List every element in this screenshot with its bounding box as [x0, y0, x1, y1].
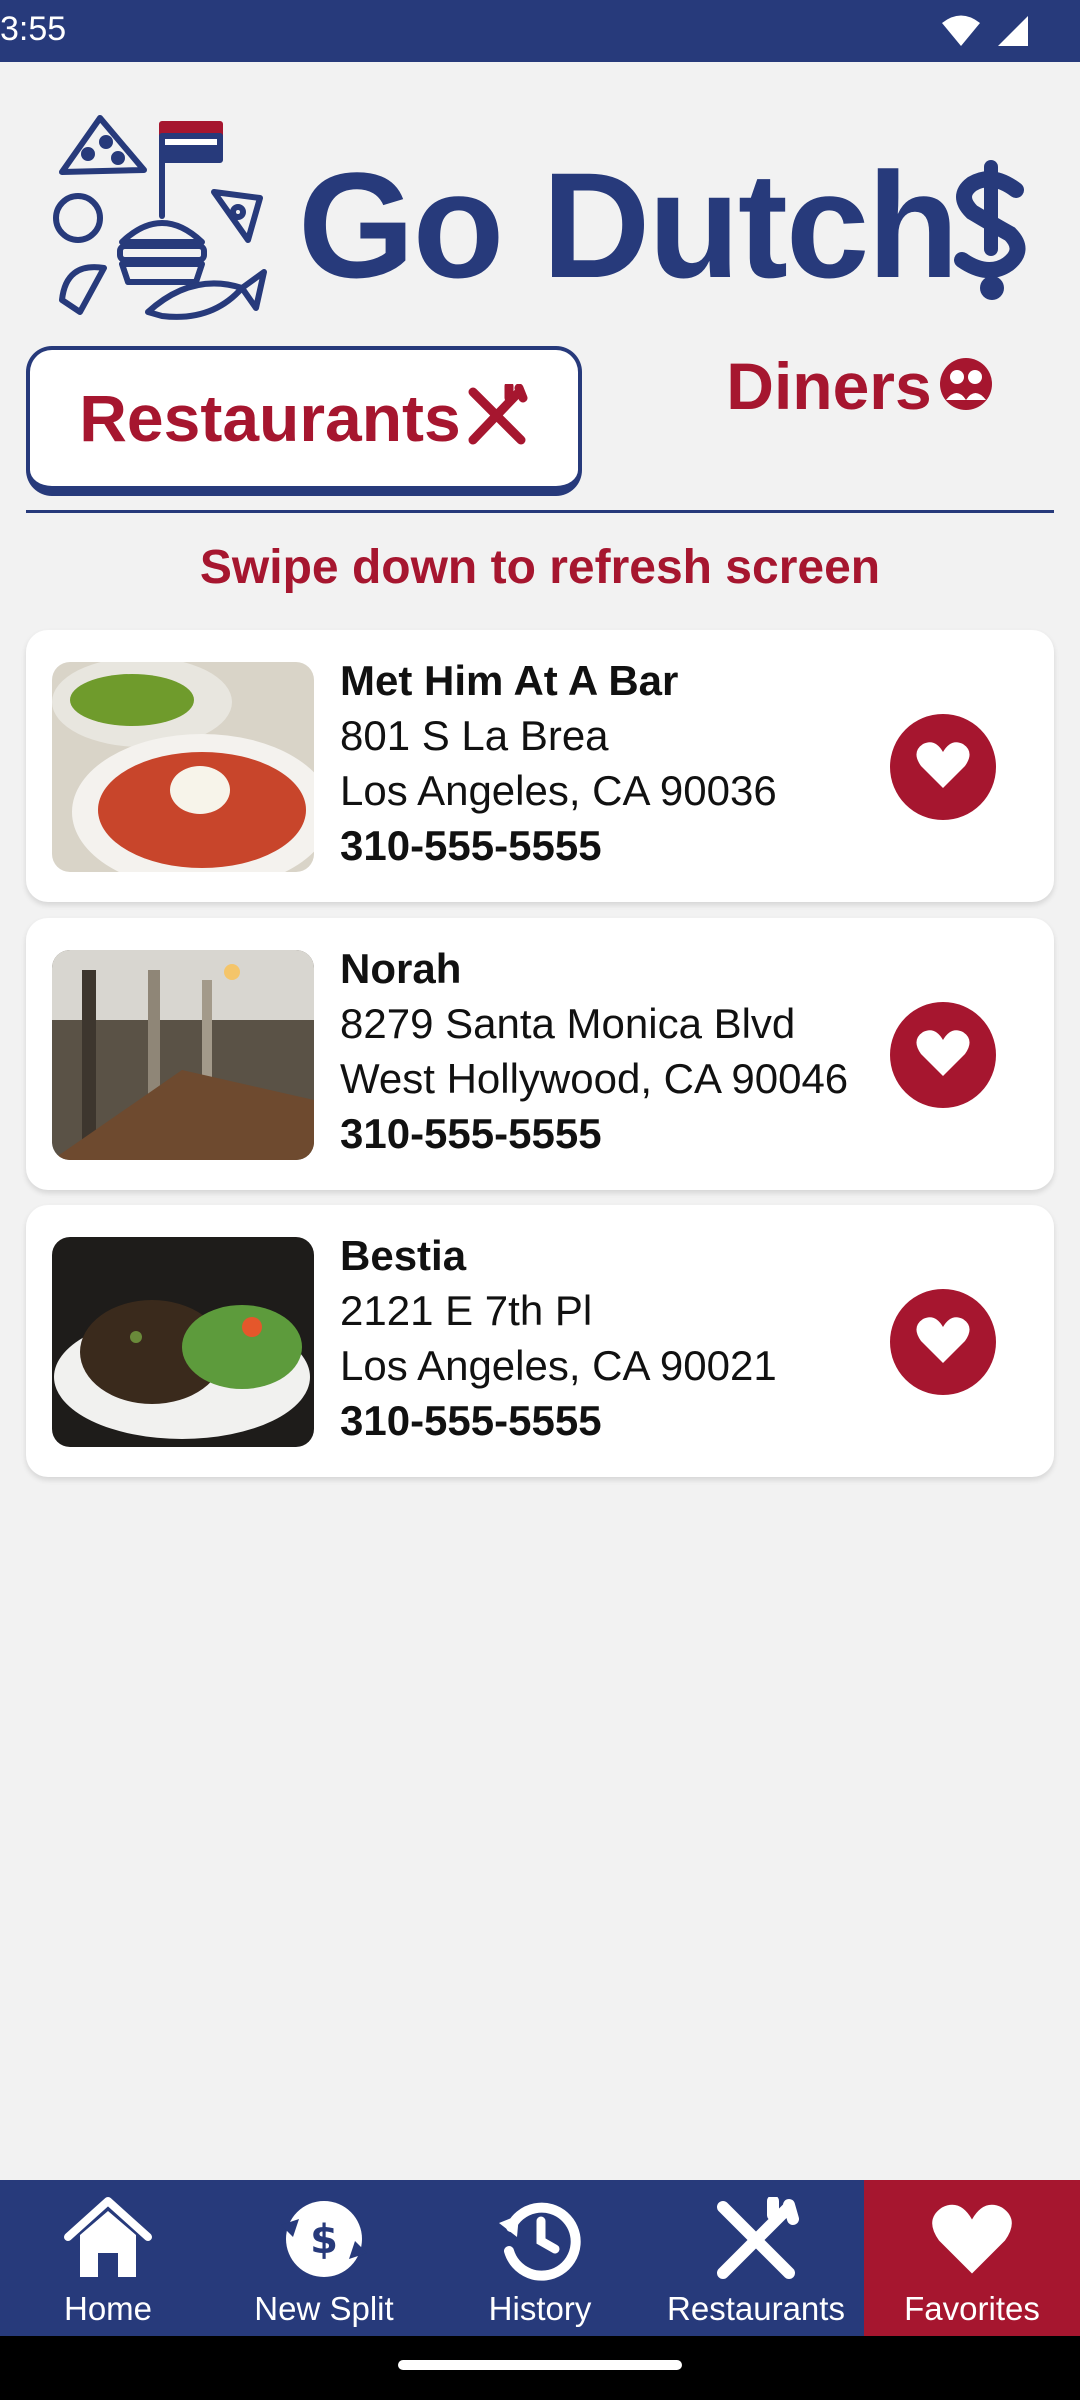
- restaurant-address-line2: West Hollywood, CA 90046: [340, 1055, 849, 1102]
- nav-home-label: Home: [63, 2290, 153, 2327]
- tab-diners[interactable]: Diners: [700, 346, 1020, 426]
- nav-restaurants[interactable]: Restaurants: [648, 2180, 864, 2336]
- restaurant-address-line1: 8279 Santa Monica Blvd: [340, 1000, 796, 1047]
- refresh-hint: Swipe down to refresh screen: [199, 541, 881, 594]
- restaurant-phone[interactable]: 310-555-5555: [340, 1106, 900, 1161]
- nav-home[interactable]: Home: [0, 2180, 216, 2336]
- restaurant-name: Bestia: [340, 1232, 467, 1279]
- favorite-button[interactable]: [890, 1002, 996, 1108]
- fork-knife-icon: [465, 381, 529, 453]
- dollar-sign-icon: [952, 160, 1032, 305]
- restaurant-photo: [52, 662, 314, 872]
- heart-icon: [915, 1028, 971, 1083]
- restaurant-info: Norah 8279 Santa Monica Blvd West Hollyw…: [340, 942, 900, 1161]
- status-time: 3:55: [0, 10, 67, 48]
- restaurant-name: Met Him At A Bar: [340, 657, 679, 704]
- home-icon: [64, 2194, 152, 2284]
- tab-diners-label: Diners: [726, 349, 932, 423]
- restaurant-address-line2: Los Angeles, CA 90021: [340, 1342, 777, 1389]
- heart-icon: [930, 2194, 1014, 2284]
- restaurant-address-line1: 801 S La Brea: [340, 712, 609, 759]
- tabs-divider: [26, 510, 1054, 513]
- bottom-nav: Home $ New Split History Restaurants Fav…: [0, 2180, 1080, 2336]
- favorite-button[interactable]: [890, 1289, 996, 1395]
- history-icon: [497, 2194, 583, 2284]
- restaurant-photo: [52, 950, 314, 1160]
- signal-icon: [996, 14, 1030, 53]
- food-flag-logo: [52, 112, 268, 334]
- restaurant-address-line1: 2121 E 7th Pl: [340, 1287, 593, 1334]
- status-bar: 3:55: [0, 0, 1080, 62]
- restaurant-card[interactable]: Met Him At A Bar 801 S La Brea Los Angel…: [26, 630, 1054, 902]
- wifi-icon: [940, 14, 982, 53]
- heart-icon: [915, 1315, 971, 1370]
- fork-knife-icon: [713, 2194, 799, 2284]
- nav-favorites[interactable]: Favorites: [864, 2180, 1080, 2336]
- tab-restaurants[interactable]: Restaurants: [26, 346, 582, 496]
- app-title: Go Dutch: [298, 141, 959, 309]
- home-indicator[interactable]: [398, 2360, 682, 2370]
- restaurant-name: Norah: [340, 945, 462, 992]
- new-split-icon: $: [279, 2194, 369, 2284]
- restaurant-photo: [52, 1237, 314, 1447]
- nav-restaurants-label: Restaurants: [667, 2290, 845, 2327]
- svg-text:$: $: [310, 2217, 338, 2263]
- restaurant-phone[interactable]: 310-555-5555: [340, 818, 900, 873]
- restaurant-info: Bestia 2121 E 7th Pl Los Angeles, CA 900…: [340, 1229, 900, 1448]
- restaurant-card[interactable]: Bestia 2121 E 7th Pl Los Angeles, CA 900…: [26, 1205, 1054, 1477]
- nav-new-split[interactable]: $ New Split: [216, 2180, 432, 2336]
- people-icon: [938, 356, 994, 417]
- restaurant-info: Met Him At A Bar 801 S La Brea Los Angel…: [340, 654, 900, 873]
- nav-history-label: History: [488, 2290, 592, 2327]
- nav-favorites-label: Favorites: [904, 2290, 1040, 2327]
- heart-icon: [915, 740, 971, 795]
- favorite-button[interactable]: [890, 714, 996, 820]
- restaurant-card[interactable]: Norah 8279 Santa Monica Blvd West Hollyw…: [26, 918, 1054, 1190]
- status-icons: [940, 14, 1030, 53]
- nav-new-split-label: New Split: [254, 2290, 394, 2327]
- nav-history[interactable]: History: [432, 2180, 648, 2336]
- restaurant-phone[interactable]: 310-555-5555: [340, 1393, 900, 1448]
- tab-restaurants-label: Restaurants: [79, 381, 461, 455]
- restaurant-address-line2: Los Angeles, CA 90036: [340, 767, 777, 814]
